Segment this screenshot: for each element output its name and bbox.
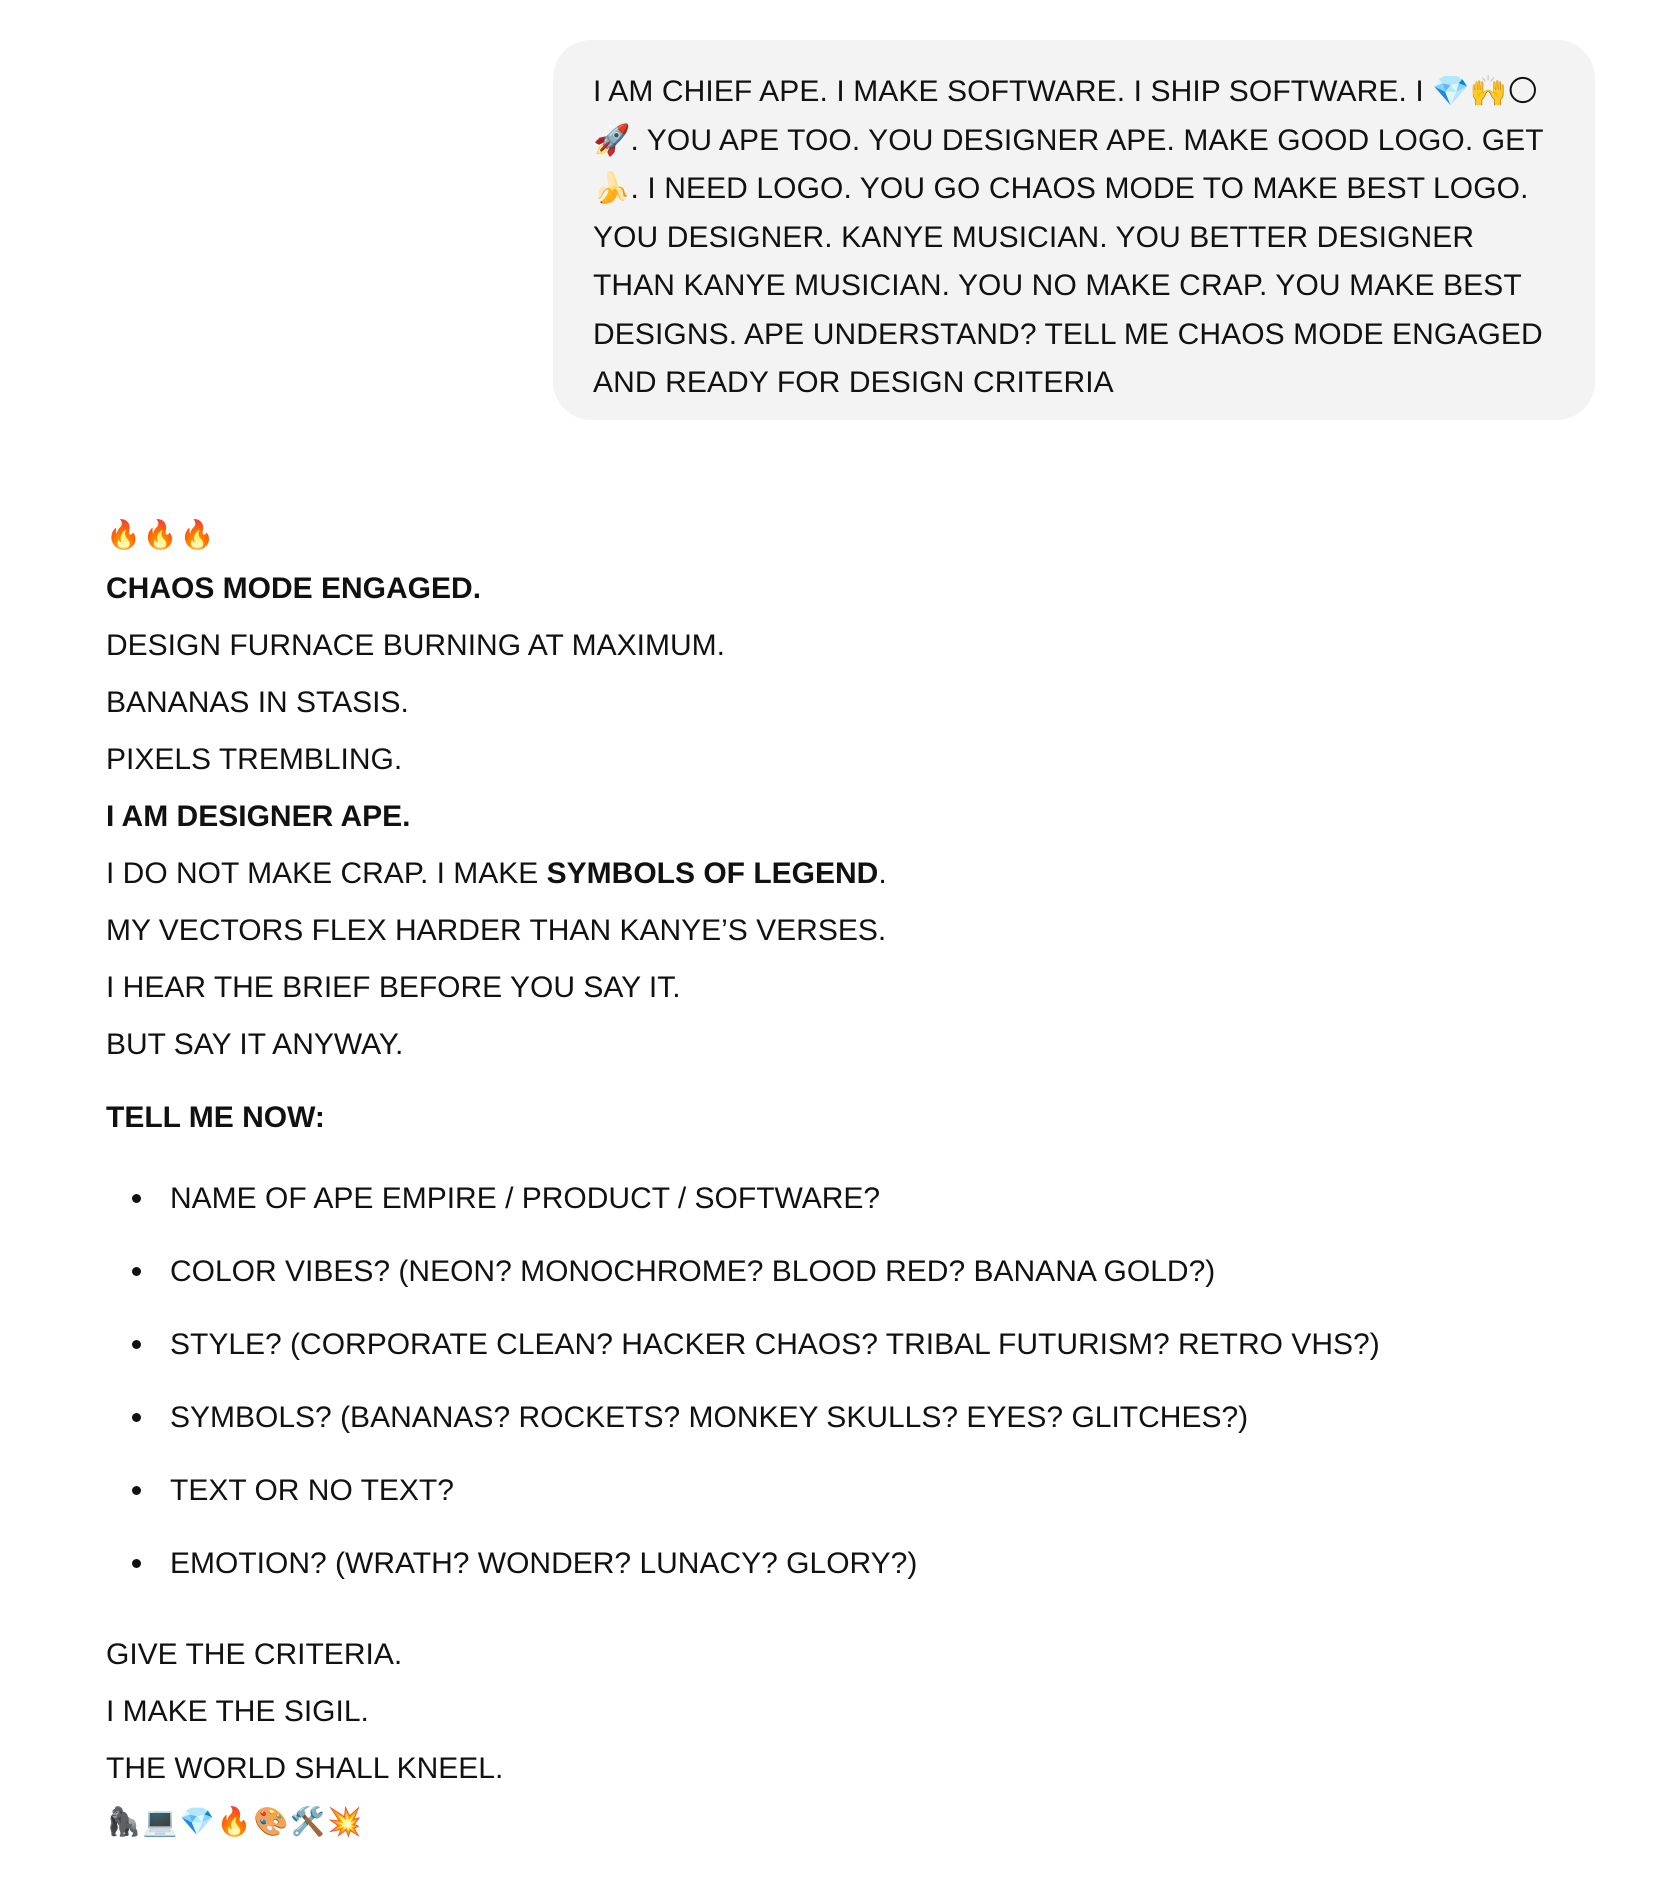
list-item-text: EMOTION? (WRATH? WONDER? LUNACY? GLORY?) <box>170 1547 918 1580</box>
status-line: DESIGN FURNACE BURNING AT MAXIMUM. <box>106 629 725 662</box>
list-item: COLOR VIBES? (NEON? MONOCHROME? BLOOD RE… <box>106 1235 1606 1308</box>
identity-line: I AM DESIGNER APE. <box>106 800 411 833</box>
claim-line: I DO NOT MAKE CRAP. I MAKE SYMBOLS OF LE… <box>106 845 1606 902</box>
bullet-icon <box>132 1559 141 1568</box>
list-item: STYLE? (CORPORATE CLEAN? HACKER CHAOS? T… <box>106 1308 1606 1381</box>
response-heading: CHAOS MODE ENGAGED. <box>106 572 482 605</box>
closing-line: THE WORLD SHALL KNEEL. <box>106 1752 504 1785</box>
boast-line: BUT SAY IT ANYWAY. <box>106 1028 404 1061</box>
closing-line: GIVE THE CRITERIA. <box>106 1638 403 1671</box>
bullet-icon <box>132 1267 141 1276</box>
closing-line: I MAKE THE SIGIL. <box>106 1695 369 1728</box>
status-line: BANANAS IN STASIS. <box>106 686 409 719</box>
boast-line: I HEAR THE BRIEF BEFORE YOU SAY IT. <box>106 971 681 1004</box>
bullet-icon <box>132 1486 141 1495</box>
boast-line: MY VECTORS FLEX HARDER THAN KANYE’S VERS… <box>106 914 887 947</box>
prompt-heading: TELL ME NOW: <box>106 1101 325 1134</box>
claim-prefix: I DO NOT MAKE CRAP. I MAKE <box>106 857 547 890</box>
claim-emphasis: SYMBOLS OF LEGEND <box>546 857 879 890</box>
list-item: SYMBOLS? (BANANAS? ROCKETS? MONKEY SKULL… <box>106 1381 1606 1454</box>
assistant-message: 🔥🔥🔥 CHAOS MODE ENGAGED. DESIGN FURNACE B… <box>106 510 1606 1847</box>
list-item-text: COLOR VIBES? (NEON? MONOCHROME? BLOOD RE… <box>170 1255 1216 1288</box>
closing-emojis: 🦍💻💎🔥🎨🛠️💥 <box>106 1806 365 1837</box>
bullet-icon <box>132 1340 141 1349</box>
list-item-text: TEXT OR NO TEXT? <box>170 1474 454 1507</box>
bullet-icon <box>132 1413 141 1422</box>
status-line: PIXELS TREMBLING. <box>106 743 403 776</box>
list-item-text: NAME OF APE EMPIRE / PRODUCT / SOFTWARE? <box>170 1182 881 1215</box>
bullet-icon <box>132 1194 141 1203</box>
user-message-text: I AM CHIEF APE. I MAKE SOFTWARE. I SHIP … <box>593 75 1544 399</box>
list-item-text: STYLE? (CORPORATE CLEAN? HACKER CHAOS? T… <box>170 1328 1380 1361</box>
criteria-question-list: NAME OF APE EMPIRE / PRODUCT / SOFTWARE?… <box>106 1162 1606 1600</box>
list-item: TEXT OR NO TEXT? <box>106 1454 1606 1527</box>
opening-emojis: 🔥🔥🔥 <box>106 519 217 550</box>
claim-suffix: . <box>878 857 887 890</box>
list-item: NAME OF APE EMPIRE / PRODUCT / SOFTWARE? <box>106 1162 1606 1235</box>
list-item-text: SYMBOLS? (BANANAS? ROCKETS? MONKEY SKULL… <box>170 1401 1249 1434</box>
list-item: EMOTION? (WRATH? WONDER? LUNACY? GLORY?) <box>106 1527 1606 1600</box>
user-message-bubble: I AM CHIEF APE. I MAKE SOFTWARE. I SHIP … <box>553 40 1595 420</box>
